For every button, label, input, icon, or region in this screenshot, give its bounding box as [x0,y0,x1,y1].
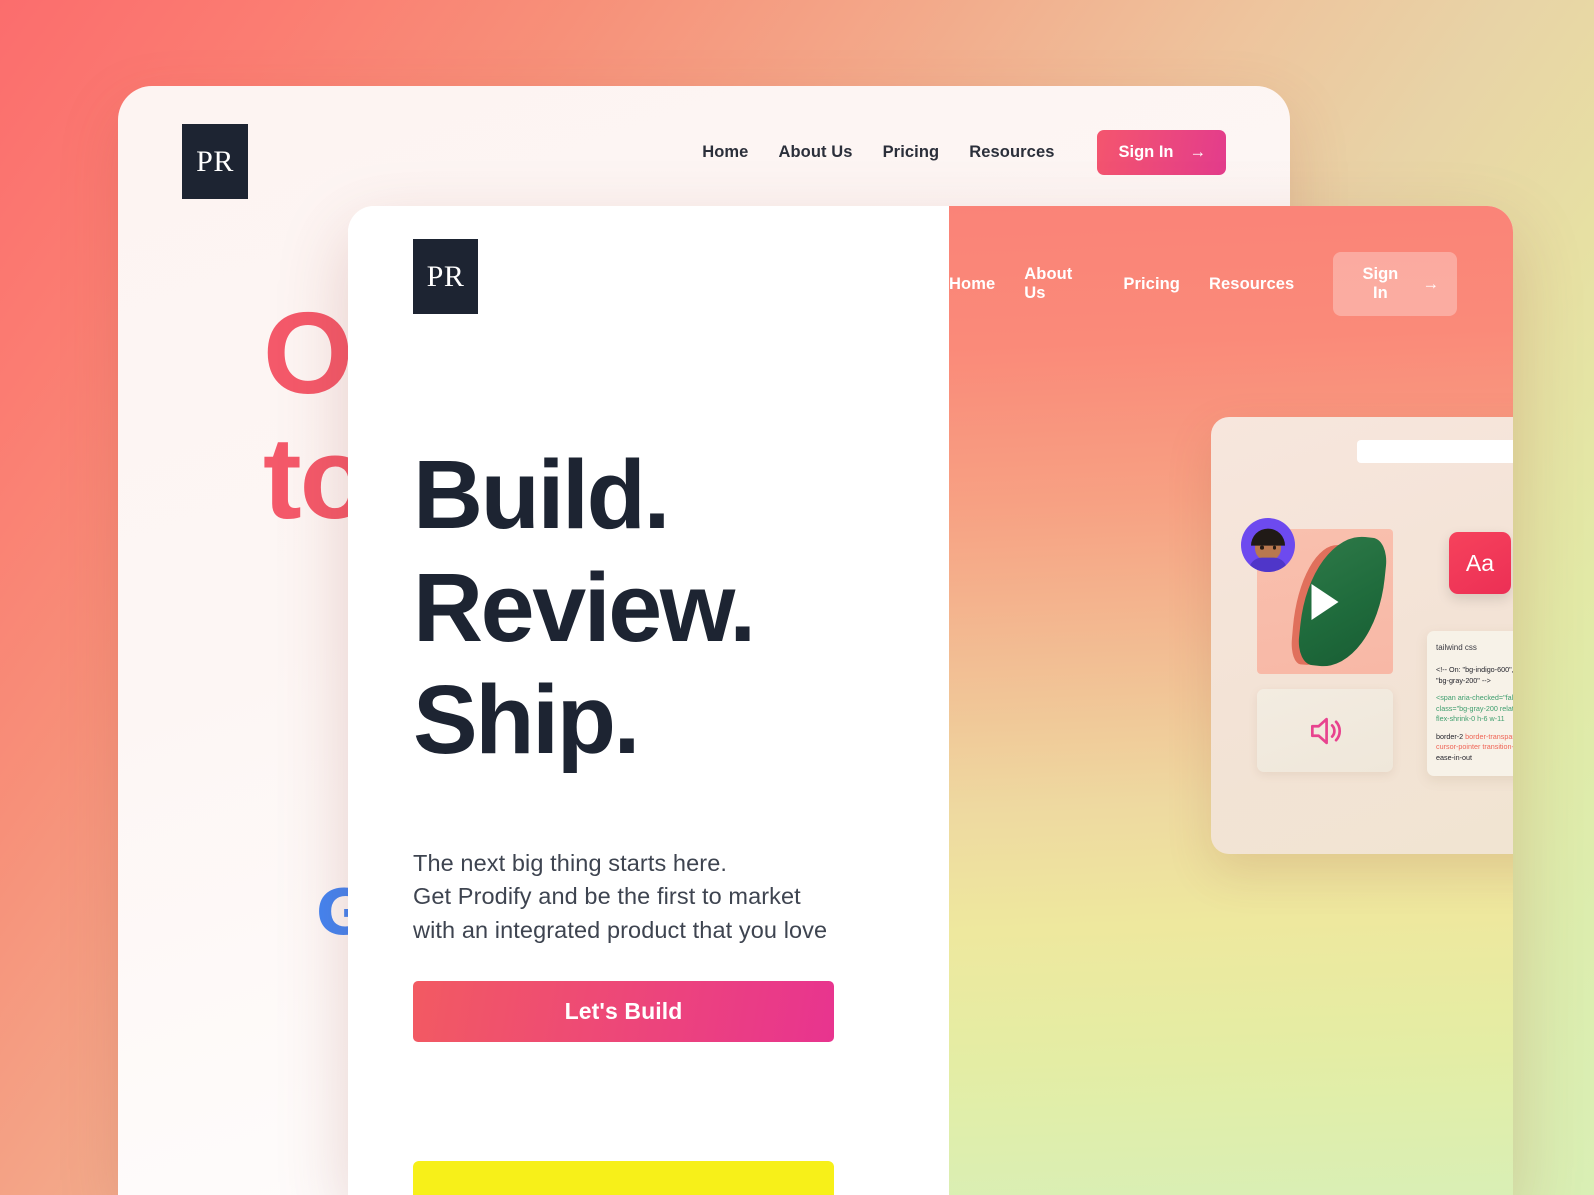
code-spacer [1436,686,1513,693]
lets-build-button[interactable]: Let's Build [413,981,834,1042]
subtitle-line-3: with an integrated product that you love [413,916,828,943]
front-sign-in-label: Sign In [1362,265,1399,302]
avatar-purple [1241,518,1295,572]
front-card-logo[interactable]: PR [413,239,478,314]
front-card-logo-text: PR [426,259,465,293]
back-sign-in-button[interactable]: Sign In → [1096,130,1226,175]
code-panel-header: tailwind css Copy Code [1436,639,1513,656]
code-line: <!-- On: "bg-indigo-600", Off: [1436,665,1513,674]
hero-left-column: PR Build. Review. Ship. The next big thi… [348,206,949,1195]
code-line: class="bg-gray-200 relative inline-block [1436,703,1513,713]
front-sign-in-button[interactable]: Sign In → [1333,252,1457,316]
mockup-url-bar[interactable] [1357,440,1513,463]
hero-line-1: Build. [413,440,670,549]
play-icon[interactable] [1311,583,1339,620]
back-card-logo-text: PR [196,144,234,178]
code-token: border-transparent rounded-full [1465,731,1513,741]
leaf-image [1296,531,1389,672]
back-card-navbar: Home About Us Pricing Resources Sign In … [702,130,1226,175]
hero-line-3: Ship. [413,665,641,775]
hero-subtitle: The next big thing starts here. Get Prod… [413,847,827,947]
foreground-landing-card: PR Build. Review. Ship. The next big thi… [348,206,1513,1195]
code-line: <span aria-checked="false" [1436,693,1513,703]
hero-line-2: Review. [413,552,756,662]
page-title: Build. Review. Ship. [413,439,756,777]
color-swatch-red[interactable]: Aa [1449,532,1511,594]
front-nav-item-pricing[interactable]: Pricing [1123,275,1180,294]
back-sign-in-label: Sign In [1118,143,1174,161]
front-nav-item-resources[interactable]: Resources [1209,275,1294,294]
back-nav-item-pricing[interactable]: Pricing [883,143,940,162]
code-panel-title: tailwind css [1436,643,1477,652]
front-nav-item-home[interactable]: Home [949,275,995,294]
back-nav-item-home[interactable]: Home [702,143,748,162]
back-card-logo[interactable]: PR [182,124,248,199]
avatar-eye [1272,545,1276,550]
code-line: ease-in-out [1436,752,1472,762]
arrow-right-icon: → [1189,143,1207,161]
back-nav-item-about-us[interactable]: About Us [778,143,852,162]
code-line: flex-shrink-0 h-6 w-11 [1436,714,1505,724]
arrow-right-icon: → [1422,274,1440,293]
front-nav-item-about-us[interactable]: About Us [1024,265,1094,303]
code-token: border-2 [1436,731,1464,741]
volume-icon [1303,712,1347,750]
code-line-mixed: border-2 border-transparent rounded-full [1436,732,1513,743]
avatar-body [1249,557,1287,572]
subtitle-line-1: The next big thing starts here. [413,850,727,876]
code-line: cursor-pointer transition-colors [1436,742,1513,752]
code-snippet-panel: tailwind css Copy Code <!-- On: "bg-indi… [1427,631,1513,776]
sound-card[interactable] [1257,689,1393,772]
hero-right-panel: Home About Us Pricing Resources Sign In … [949,206,1513,1195]
back-nav-item-resources[interactable]: Resources [969,143,1054,162]
yellow-accent-bar [413,1161,834,1195]
swatch-label: Aa [1465,549,1495,576]
product-mockup-panel: Boxed Layout [1211,417,1513,854]
avatar-hair [1251,528,1285,546]
avatar-face [1249,528,1287,572]
front-card-navbar: Home About Us Pricing Resources Sign In … [949,252,1457,316]
code-spacer [1436,725,1513,732]
subtitle-line-2: Get Prodify and be the first to market [413,883,801,910]
avatar-head [1251,528,1285,561]
avatar-eye [1260,545,1264,550]
code-line: "bg-gray-200" --> [1436,675,1491,685]
